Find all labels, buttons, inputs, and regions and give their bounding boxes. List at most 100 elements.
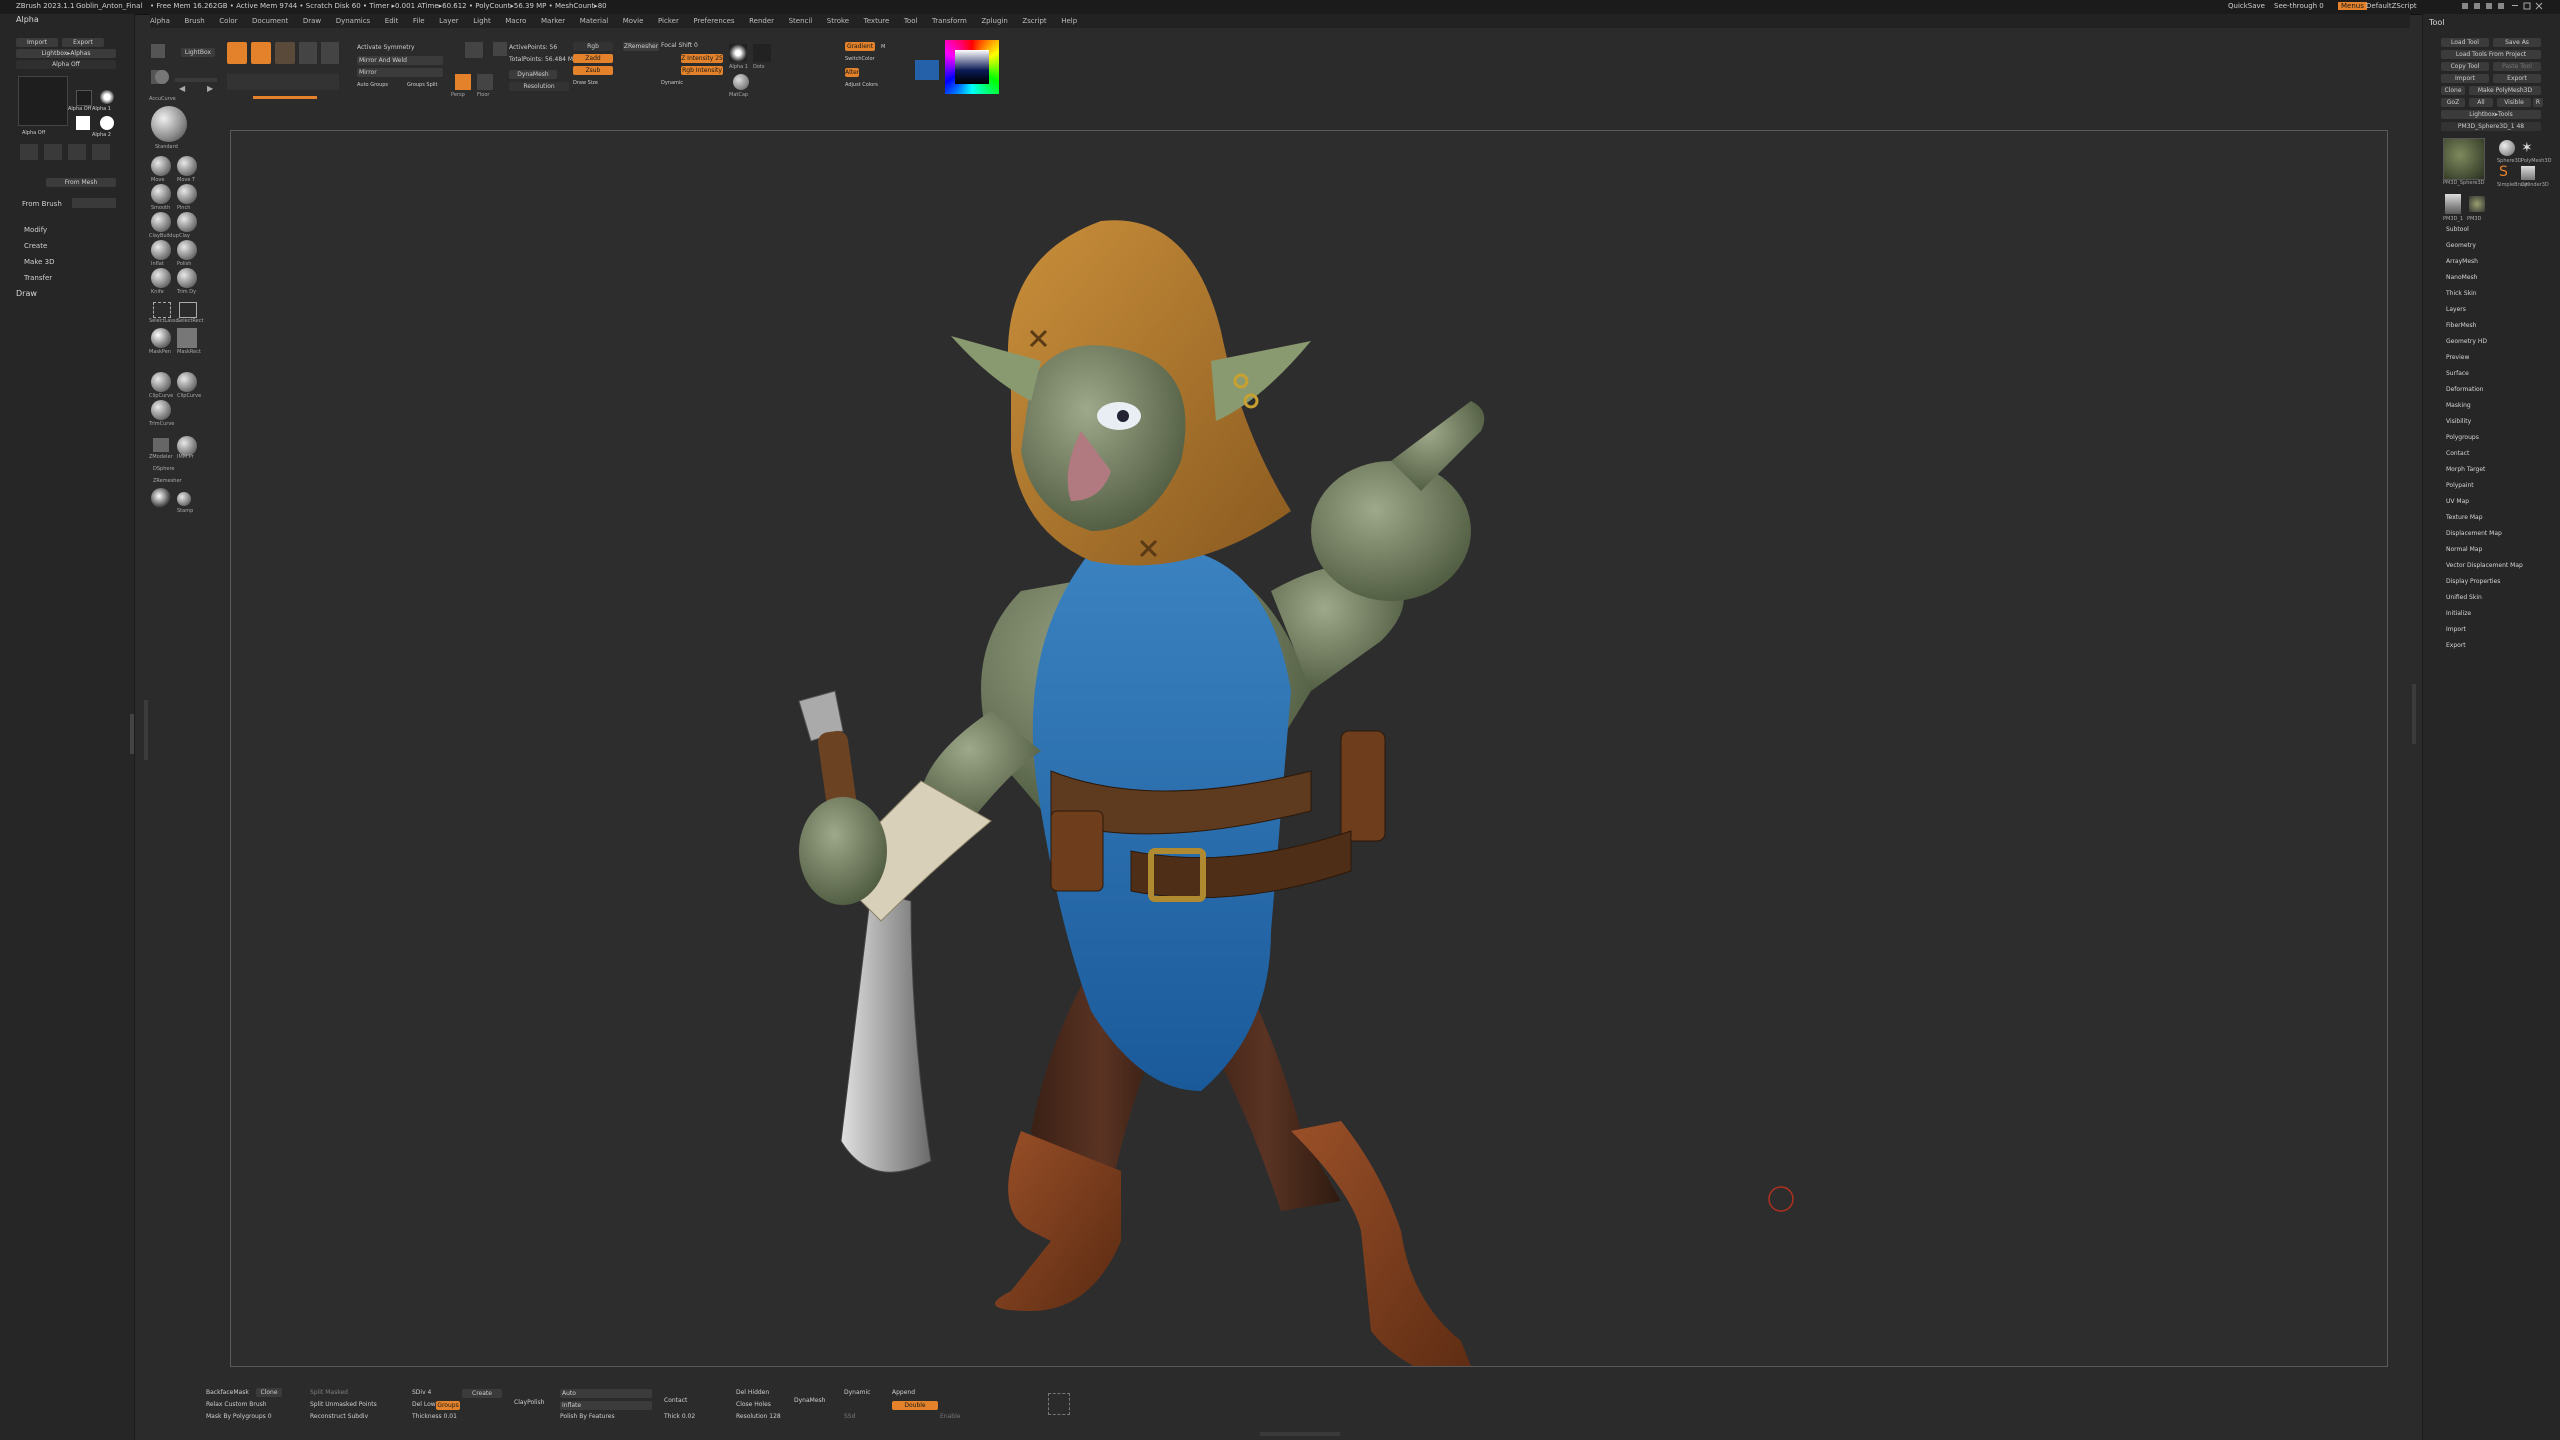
load-tool-button[interactable]: Load Tool xyxy=(2441,38,2489,47)
menu-item[interactable]: Edit xyxy=(385,14,399,28)
trim-dynamic-brush-icon[interactable] xyxy=(177,268,197,288)
alpha-square-thumb[interactable] xyxy=(76,116,90,130)
subpalette-thick-skin[interactable]: Thick Skin xyxy=(2446,290,2477,297)
cylinder3d-thumb[interactable] xyxy=(2521,166,2535,180)
alternate-button[interactable]: Alternate xyxy=(845,68,859,77)
alpha-slider[interactable]: Alpha Off xyxy=(16,60,116,69)
inflate-slider[interactable]: Inflate xyxy=(560,1401,652,1410)
color-picker-wheel[interactable] xyxy=(945,40,999,94)
groups-toggle[interactable]: Groups xyxy=(436,1401,460,1410)
all-button[interactable]: All xyxy=(2469,98,2493,107)
split-masked-button[interactable]: Split Masked xyxy=(310,1389,348,1396)
subpalette-unified-skin[interactable]: Unified Skin xyxy=(2446,594,2482,601)
subpalette-deformation[interactable]: Deformation xyxy=(2446,386,2483,393)
groups-split-button[interactable]: Groups Split xyxy=(407,82,438,88)
navigation-gizmo-icon[interactable] xyxy=(1048,1393,1070,1415)
menus-toggle[interactable]: Menus xyxy=(2338,2,2367,10)
alpha-picker-icon[interactable] xyxy=(729,44,747,62)
color-picker-square[interactable] xyxy=(955,50,989,84)
zsub-button[interactable]: Zsub xyxy=(573,66,613,75)
subpalette-texture-map[interactable]: Texture Map xyxy=(2446,514,2483,521)
split-unmasked-button[interactable]: Split Unmasked Points xyxy=(310,1401,377,1408)
next-icon[interactable]: ▶ xyxy=(207,84,213,93)
thick-slider[interactable]: Thick 0.02 xyxy=(664,1413,695,1420)
secondary-color-swatch[interactable] xyxy=(915,60,939,80)
load-tools-project-button[interactable]: Load Tools From Project xyxy=(2441,50,2541,59)
menu-item[interactable]: Document xyxy=(252,14,288,28)
pm3d-1-thumb[interactable] xyxy=(2445,194,2461,214)
menu-item[interactable]: Render xyxy=(749,14,774,28)
reconstruct-subdiv-button[interactable]: Reconstruct Subdiv xyxy=(310,1413,368,1420)
from-brush-swatch[interactable] xyxy=(72,198,116,208)
stamp-brush-icon[interactable] xyxy=(177,492,191,506)
menu-item[interactable]: Layer xyxy=(439,14,459,28)
subpalette-vector-displacement-map[interactable]: Vector Displacement Map xyxy=(2446,562,2523,569)
prev-icon[interactable]: ◀ xyxy=(179,84,185,93)
material-sphere-icon[interactable] xyxy=(151,488,171,508)
persp-button[interactable] xyxy=(455,74,471,90)
current-brush-icon[interactable] xyxy=(151,106,187,142)
stroke-picker-icon[interactable] xyxy=(753,44,771,62)
ssd-slider[interactable]: SSd xyxy=(844,1413,855,1420)
subpalette-normal-map[interactable]: Normal Map xyxy=(2446,546,2482,553)
auto-groups-button[interactable]: Auto Groups xyxy=(357,82,388,88)
current-alpha-thumbnail[interactable] xyxy=(18,76,68,126)
menu-item[interactable]: Zscript xyxy=(1022,14,1046,28)
quicksave-button[interactable]: QuickSave xyxy=(2228,2,2265,10)
resolution-slider[interactable]: Resolution xyxy=(509,82,569,91)
menu-item[interactable]: File xyxy=(413,14,425,28)
import-button[interactable]: Import xyxy=(16,38,58,47)
right-scrollbar[interactable] xyxy=(2412,684,2416,744)
frame-icon[interactable] xyxy=(465,42,483,58)
section-create[interactable]: Create xyxy=(24,242,47,250)
switch-color-button[interactable]: SwitchColor xyxy=(845,56,875,62)
menu-item[interactable]: Texture xyxy=(864,14,890,28)
visible-button[interactable]: Visible xyxy=(2497,98,2531,107)
menu-item[interactable]: Material xyxy=(580,14,608,28)
tool-export-button[interactable]: Export xyxy=(2493,74,2541,83)
subpalette-polygroups[interactable]: Polygroups xyxy=(2446,434,2479,441)
move-mode-button[interactable] xyxy=(275,42,295,64)
menu-item[interactable]: Dynamics xyxy=(336,14,371,28)
home-icon[interactable] xyxy=(155,44,165,54)
save-as-button[interactable]: Save As xyxy=(2493,38,2541,47)
mirror-weld-button[interactable]: Mirror And Weld xyxy=(357,56,443,65)
menu-item[interactable]: Alpha xyxy=(150,14,170,28)
polish-by-features-button[interactable]: Polish By Features xyxy=(560,1413,615,1420)
draw-palette-header[interactable]: Draw xyxy=(0,288,146,300)
subpalette-polypaint[interactable]: Polypaint xyxy=(2446,482,2474,489)
subpalette-geometry-hd[interactable]: Geometry HD xyxy=(2446,338,2487,345)
scale-mode-button[interactable] xyxy=(299,42,317,64)
lightbox-tools-button[interactable]: Lightbox▸Tools xyxy=(2441,110,2541,119)
timeline-slider[interactable] xyxy=(175,78,217,82)
clipcircle-brush-icon[interactable] xyxy=(177,372,197,392)
export-button[interactable]: Export xyxy=(62,38,104,47)
subpalette-layers[interactable]: Layers xyxy=(2446,306,2466,313)
polyf-button[interactable] xyxy=(493,42,507,56)
menu-item[interactable]: Zplugin xyxy=(981,14,1007,28)
draw-mode-button[interactable] xyxy=(251,42,271,64)
close-holes-button[interactable]: Close Holes xyxy=(736,1401,771,1408)
lightbox-button[interactable]: LightBox xyxy=(181,48,215,57)
subpalette-initialize[interactable]: Initialize xyxy=(2446,610,2471,617)
menu-item[interactable]: Light xyxy=(473,14,490,28)
edit-mode-button[interactable] xyxy=(227,42,247,64)
section-transfer[interactable]: Transfer xyxy=(24,274,52,282)
menu-item[interactable]: Marker xyxy=(541,14,565,28)
subpalette-contact[interactable]: Contact xyxy=(2446,450,2469,457)
clone-button[interactable]: Clone xyxy=(2441,86,2465,95)
inflate-brush-icon[interactable] xyxy=(151,240,171,260)
create-button[interactable]: Create xyxy=(462,1389,502,1398)
zadd-button[interactable]: Zadd xyxy=(573,54,613,63)
subpalette-displacement-map[interactable]: Displacement Map xyxy=(2446,530,2502,537)
current-tool-thumbnail[interactable] xyxy=(2443,138,2485,180)
polymesh-star-icon[interactable]: ✶ xyxy=(2521,140,2537,156)
mirror-button[interactable]: Mirror xyxy=(357,68,443,77)
subpalette-subtool[interactable]: Subtool xyxy=(2446,226,2469,233)
clay-brush-icon[interactable] xyxy=(177,212,197,232)
double-toggle[interactable]: Double xyxy=(892,1401,938,1410)
zsphere-auto-slider[interactable]: Auto xyxy=(560,1389,652,1398)
menu-item[interactable]: Tool xyxy=(904,14,918,28)
claybuildup-brush-icon[interactable] xyxy=(151,212,171,232)
subpalette-arraymesh[interactable]: ArrayMesh xyxy=(2446,258,2478,265)
